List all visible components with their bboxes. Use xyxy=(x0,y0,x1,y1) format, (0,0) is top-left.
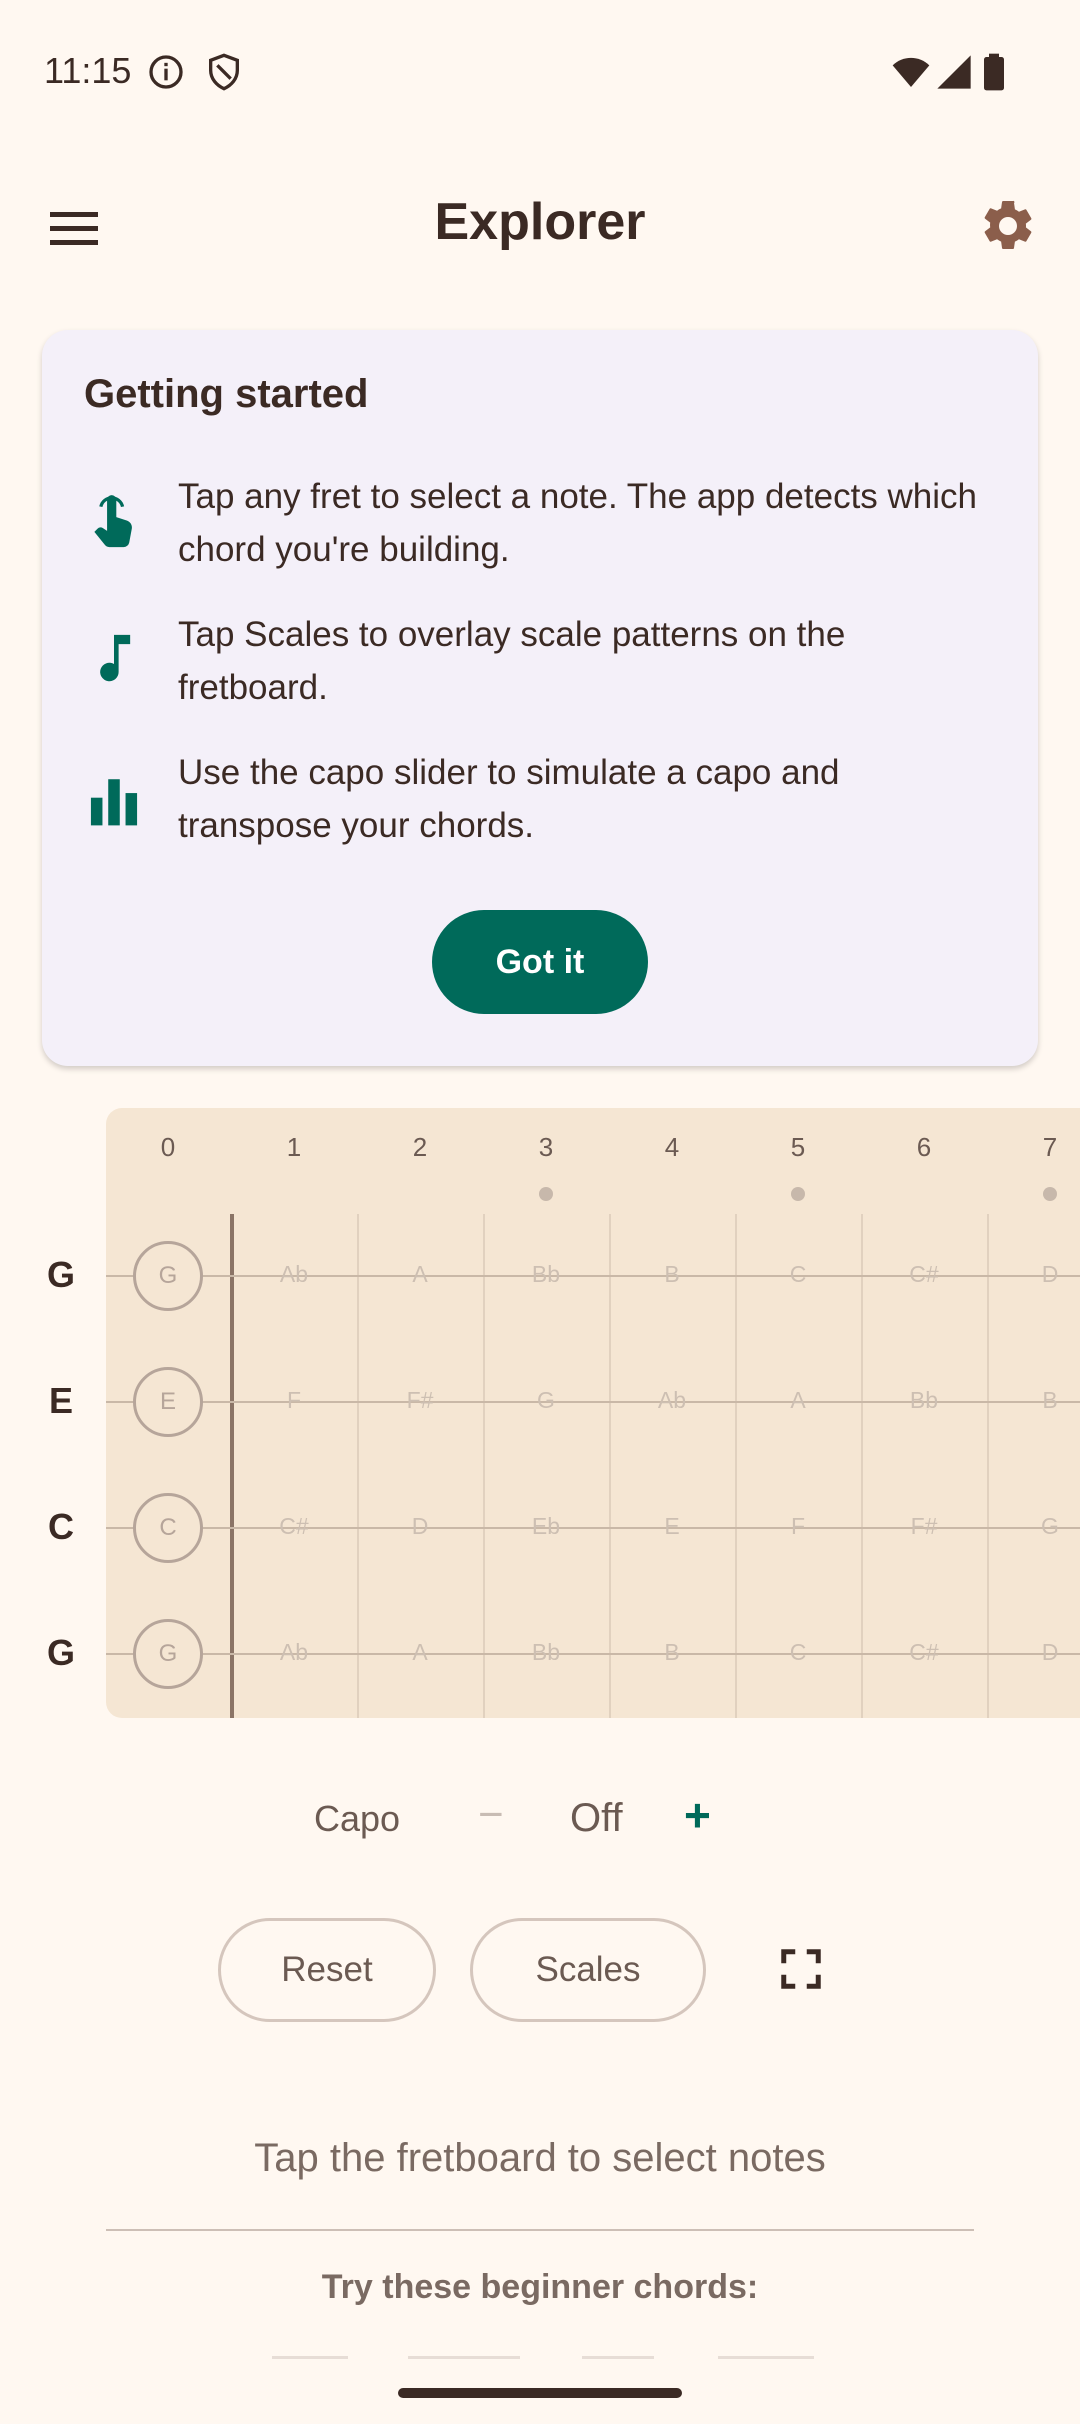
fret-marker-dot xyxy=(1043,1187,1057,1201)
chord-chip[interactable] xyxy=(272,2356,348,2359)
divider xyxy=(106,2229,974,2231)
fret-number: 7 xyxy=(1042,1132,1058,1162)
fret-number: 4 xyxy=(664,1132,680,1162)
fret-number: 5 xyxy=(790,1132,806,1162)
capo-value: Off xyxy=(570,1796,623,1840)
fret-note[interactable]: C# xyxy=(884,1261,964,1288)
capo-decrease-button[interactable]: − xyxy=(478,1790,504,1840)
got-it-button[interactable]: Got it xyxy=(432,910,648,1014)
tip-text: Tap Scales to overlay scale patterns on … xyxy=(178,615,846,707)
fret-note[interactable]: Ab xyxy=(632,1387,712,1414)
app-bar: Explorer xyxy=(0,170,1080,280)
fret-note[interactable]: F# xyxy=(884,1513,964,1540)
chord-chip[interactable] xyxy=(582,2356,654,2359)
fret-note[interactable]: Ab xyxy=(254,1261,334,1288)
fret-note[interactable]: C xyxy=(758,1639,838,1666)
fret-note[interactable]: Bb xyxy=(506,1639,586,1666)
fret-number: 6 xyxy=(916,1132,932,1162)
fret-wire xyxy=(483,1214,485,1718)
fret-note[interactable]: Ab xyxy=(254,1639,334,1666)
fret-note[interactable]: F# xyxy=(380,1387,460,1414)
home-indicator[interactable] xyxy=(398,2388,682,2398)
fret-note[interactable]: F xyxy=(254,1387,334,1414)
fret-wire xyxy=(609,1214,611,1718)
music-note-icon xyxy=(100,634,131,682)
fret-note[interactable]: Bb xyxy=(506,1261,586,1288)
open-string-note[interactable]: E xyxy=(133,1367,203,1437)
string-name: G xyxy=(46,1254,75,1295)
fret-note[interactable]: B xyxy=(632,1261,712,1288)
capo-increase-button[interactable]: + xyxy=(684,1788,711,1842)
fret-wire xyxy=(987,1214,989,1718)
shield-icon xyxy=(209,53,239,91)
fret-marker-dot xyxy=(791,1187,805,1201)
fret-note[interactable]: B xyxy=(632,1639,712,1666)
fret-note[interactable]: D xyxy=(380,1513,460,1540)
fret-note[interactable]: A xyxy=(380,1639,460,1666)
fret-note[interactable]: B xyxy=(1010,1387,1080,1414)
fret-note[interactable]: G xyxy=(506,1387,586,1414)
reset-button[interactable]: Reset xyxy=(218,1918,436,2022)
bar-chart-icon xyxy=(90,779,138,826)
page-title: Explorer xyxy=(434,193,646,251)
fret-note[interactable]: G xyxy=(1010,1513,1080,1540)
fret-note[interactable]: Bb xyxy=(884,1387,964,1414)
fret-wire xyxy=(735,1214,737,1718)
fret-note[interactable]: D xyxy=(1010,1639,1080,1666)
fret-note[interactable]: D xyxy=(1010,1261,1080,1288)
status-time: 11:15 xyxy=(44,50,132,91)
battery-icon xyxy=(984,53,1004,91)
wifi-icon xyxy=(892,57,930,87)
fret-note[interactable]: C xyxy=(758,1261,838,1288)
fret-note[interactable]: E xyxy=(632,1513,712,1540)
fret-number: 2 xyxy=(412,1132,428,1162)
string-name: E xyxy=(48,1380,73,1421)
open-string-note[interactable]: C xyxy=(133,1493,203,1563)
scales-button[interactable]: Scales xyxy=(470,1918,706,2022)
gear-icon[interactable] xyxy=(978,196,1038,256)
capo-control: Capo − Off + xyxy=(0,1788,1080,1860)
tip-text: Use the capo slider to simulate a capo a… xyxy=(178,753,840,845)
chord-chip[interactable] xyxy=(408,2356,520,2359)
fret-number: 3 xyxy=(538,1132,554,1162)
status-bar: 11:15 xyxy=(0,0,1080,140)
open-string-note[interactable]: G xyxy=(133,1619,203,1689)
tip-text: Tap any fret to select a note. The app d… xyxy=(178,477,978,569)
fret-note[interactable]: A xyxy=(758,1387,838,1414)
fret-note[interactable]: C# xyxy=(254,1513,334,1540)
nut xyxy=(230,1214,234,1718)
fret-wire xyxy=(357,1214,359,1718)
info-icon xyxy=(149,55,183,89)
fret-note[interactable]: F xyxy=(758,1513,838,1540)
capo-label: Capo xyxy=(314,1798,401,1839)
fret-note[interactable]: C# xyxy=(884,1639,964,1666)
fret-wire xyxy=(861,1214,863,1718)
fret-number: 0 xyxy=(160,1132,176,1162)
fretboard[interactable]: 0 1 2 3 4 5 6 7 G G Ab A Bb B C C# D E E F F# G Ab A Bb B C C C# D Eb E… xyxy=(0,1108,1080,1718)
fret-note[interactable]: A xyxy=(380,1261,460,1288)
getting-started-card: Getting started Tap any fret to select a… xyxy=(42,330,1038,1066)
fret-number: 1 xyxy=(286,1132,302,1162)
tap-hand-icon xyxy=(94,495,132,548)
fret-marker-dot xyxy=(539,1187,553,1201)
open-string-note[interactable]: G xyxy=(133,1241,203,1311)
select-notes-hint: Tap the fretboard to select notes xyxy=(254,2136,826,2180)
string-name: G xyxy=(46,1632,75,1673)
screen: 11:15 Explorer Getting started Tap any f… xyxy=(0,0,1080,2424)
string-name: C xyxy=(48,1506,74,1547)
chord-chip[interactable] xyxy=(718,2356,814,2359)
fret-note[interactable]: Eb xyxy=(506,1513,586,1540)
beginner-chords-title: Try these beginner chords: xyxy=(321,2268,759,2306)
signal-icon xyxy=(937,55,971,89)
fullscreen-icon[interactable] xyxy=(778,1946,824,1992)
card-title: Getting started xyxy=(84,372,369,416)
